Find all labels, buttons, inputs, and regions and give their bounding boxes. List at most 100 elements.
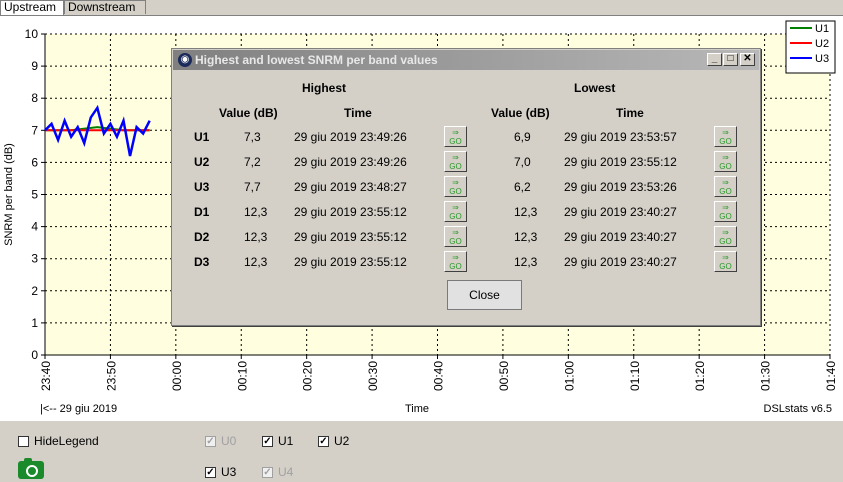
go-low-button[interactable]: ⇒ GO — [714, 251, 737, 272]
low-value: 7,0 — [514, 155, 531, 169]
checkbox-box[interactable]: ✓ — [318, 435, 329, 447]
low-value: 6,9 — [514, 130, 531, 144]
y-axis-label: SNRM per band (dB) — [3, 143, 15, 246]
x-tick-label: 00:20 — [301, 361, 315, 391]
low-value: 6,2 — [514, 180, 531, 194]
go-high-button[interactable]: ⇒ GO — [444, 201, 467, 222]
band-label: D2 — [194, 230, 210, 244]
go-arrow-icon: ⇒ — [722, 178, 729, 187]
go-low-button[interactable]: ⇒ GO — [714, 176, 737, 197]
checkbox-box[interactable]: ✓ — [205, 466, 216, 478]
high-value: 12,3 — [244, 205, 268, 219]
y-tick-label: 9 — [31, 59, 38, 73]
go-low-button[interactable]: ⇒ GO — [714, 226, 737, 247]
tab-downstream[interactable]: Downstream — [64, 0, 146, 14]
y-tick-label: 0 — [31, 348, 38, 362]
low-value: 12,3 — [514, 255, 538, 269]
go-arrow-icon: ⇒ — [452, 128, 459, 137]
go-label: GO — [719, 187, 732, 196]
go-high-button[interactable]: ⇒ GO — [444, 226, 467, 247]
checkbox-u0: ✓ U0 — [205, 434, 236, 448]
hide-legend-label: HideLegend — [34, 434, 99, 448]
y-tick-label: 2 — [31, 284, 38, 298]
go-low-button[interactable]: ⇒ GO — [714, 201, 737, 222]
go-arrow-icon: ⇒ — [722, 253, 729, 262]
legend-label-u2: U2 — [815, 38, 829, 50]
go-arrow-icon: ⇒ — [452, 178, 459, 187]
go-label: GO — [449, 187, 462, 196]
x-tick-label: 23:40 — [39, 361, 53, 391]
go-high-button[interactable]: ⇒ GO — [444, 151, 467, 172]
app-icon: ◉ — [178, 53, 192, 67]
high-time: 29 giu 2019 23:55:12 — [294, 255, 407, 269]
low-value: 12,3 — [514, 230, 538, 244]
checkbox-u3[interactable]: ✓ U3 — [205, 465, 236, 479]
low-time: 29 giu 2019 23:53:26 — [564, 180, 677, 194]
go-arrow-icon: ⇒ — [722, 153, 729, 162]
go-low-button[interactable]: ⇒ GO — [714, 126, 737, 147]
x-tick-label: 23:50 — [104, 361, 118, 391]
high-value: 7,2 — [244, 155, 261, 169]
high-value: 12,3 — [244, 255, 268, 269]
snrm-dialog: ◉ Highest and lowest SNRM per band value… — [171, 48, 761, 326]
checkbox-label: U2 — [334, 434, 350, 448]
highest-header: Highest — [302, 81, 347, 95]
band-label: U2 — [194, 155, 210, 169]
go-arrow-icon: ⇒ — [722, 203, 729, 212]
go-arrow-icon: ⇒ — [452, 228, 459, 237]
x-tick-label: 01:40 — [824, 361, 838, 391]
close-window-button[interactable]: ✕ — [740, 53, 755, 66]
y-tick-label: 4 — [31, 220, 38, 234]
high-time: 29 giu 2019 23:55:12 — [294, 230, 407, 244]
lowest-header: Lowest — [574, 81, 616, 95]
x-tick-label: 00:30 — [366, 361, 380, 391]
checkbox-label: U3 — [221, 465, 237, 479]
x-tick-label: 01:10 — [628, 361, 642, 391]
checkbox-box: ✓ — [205, 435, 216, 447]
low-time: 29 giu 2019 23:40:27 — [564, 205, 677, 219]
y-tick-label: 10 — [25, 27, 39, 41]
y-tick-label: 7 — [31, 123, 38, 137]
high-time: 29 giu 2019 23:48:27 — [294, 180, 407, 194]
band-label: U3 — [194, 180, 210, 194]
y-tick-label: 8 — [31, 91, 38, 105]
go-high-button[interactable]: ⇒ GO — [444, 176, 467, 197]
date-marker: |<-- 29 giu 2019 — [40, 403, 117, 415]
y-tick-label: 5 — [31, 188, 38, 202]
checkbox-u1[interactable]: ✓ U1 — [262, 434, 293, 448]
x-tick-label: 00:00 — [170, 361, 184, 391]
go-low-button[interactable]: ⇒ GO — [714, 151, 737, 172]
go-high-button[interactable]: ⇒ GO — [444, 126, 467, 147]
y-tick-label: 1 — [31, 316, 38, 330]
x-tick-label: 00:10 — [235, 361, 249, 391]
go-arrow-icon: ⇒ — [722, 228, 729, 237]
go-label: GO — [449, 212, 462, 221]
high-time: 29 giu 2019 23:49:26 — [294, 155, 407, 169]
dialog-titlebar[interactable]: ◉ Highest and lowest SNRM per band value… — [173, 50, 759, 70]
close-button[interactable]: Close — [447, 280, 522, 310]
checkbox-u2[interactable]: ✓ U2 — [318, 434, 349, 448]
go-label: GO — [719, 212, 732, 221]
go-label: GO — [719, 162, 732, 171]
hide-legend-checkbox[interactable]: HideLegend — [18, 434, 99, 448]
high-time: 29 giu 2019 23:49:26 — [294, 130, 407, 144]
checkbox-box[interactable]: ✓ — [262, 435, 273, 447]
go-label: GO — [719, 262, 732, 271]
go-label: GO — [449, 262, 462, 271]
maximize-button[interactable]: □ — [723, 53, 738, 66]
tab-upstream[interactable]: Upstream — [0, 0, 64, 15]
minimize-button[interactable]: _ — [707, 53, 722, 66]
version-label: DSLstats v6.5 — [764, 403, 832, 415]
go-high-button[interactable]: ⇒ GO — [444, 251, 467, 272]
x-tick-label: 01:30 — [759, 361, 773, 391]
dialog-title: Highest and lowest SNRM per band values — [195, 53, 438, 67]
go-arrow-icon: ⇒ — [722, 128, 729, 137]
band-label: D1 — [194, 205, 210, 219]
go-arrow-icon: ⇒ — [452, 253, 459, 262]
checkbox-label: U1 — [278, 434, 294, 448]
low-value: 12,3 — [514, 205, 538, 219]
camera-icon[interactable] — [18, 458, 44, 479]
band-label: U1 — [194, 130, 210, 144]
low-time: 29 giu 2019 23:53:57 — [564, 130, 677, 144]
checkbox-box[interactable] — [18, 435, 29, 447]
